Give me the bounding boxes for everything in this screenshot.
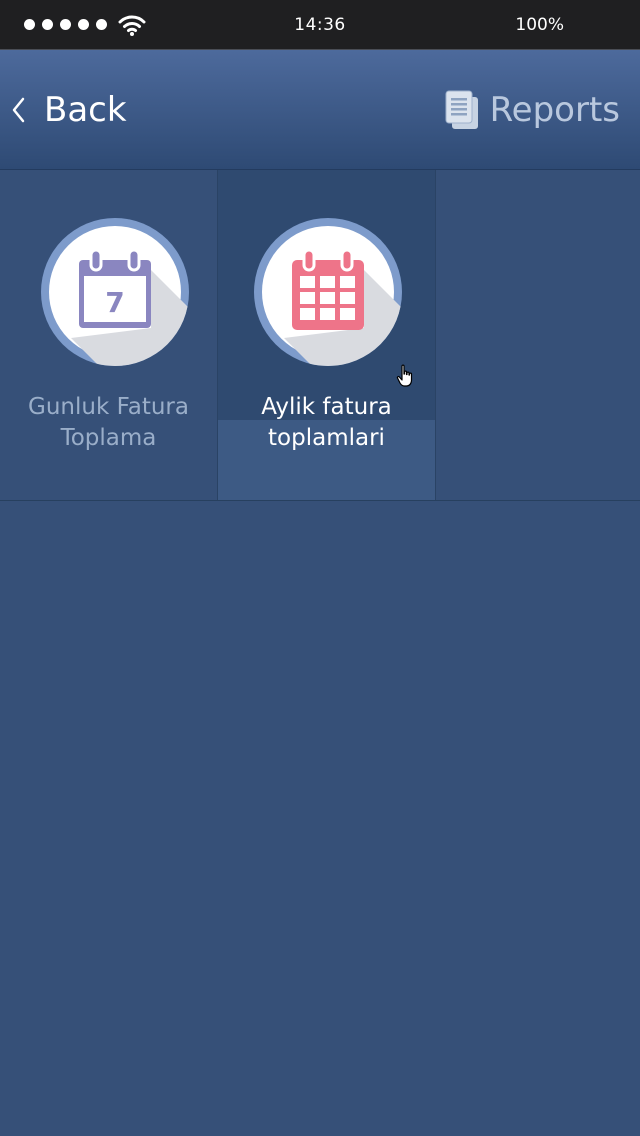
calendar-month-icon bbox=[262, 226, 402, 366]
tile-label: Gunluk Fatura Toplama bbox=[0, 392, 217, 454]
chevron-left-icon bbox=[12, 97, 25, 123]
tile-label-line2: toplamlari bbox=[268, 425, 385, 451]
calendar-day-icon: 7 bbox=[49, 226, 189, 366]
tile-label-line2: Toplama bbox=[60, 425, 157, 451]
back-label: Back bbox=[44, 90, 127, 130]
back-button[interactable]: Back bbox=[10, 80, 127, 140]
tile-label-line1: Aylik fatura bbox=[261, 394, 392, 420]
tile-label-line1: Gunluk Fatura bbox=[28, 394, 189, 420]
reports-label: Reports bbox=[489, 90, 620, 130]
reports-grid: 7 Gunluk Fatura Toplama Aylik fatura top… bbox=[0, 170, 640, 501]
icon-badge: 7 bbox=[41, 218, 189, 366]
status-bar: 14:36 100% bbox=[0, 0, 640, 50]
tile-label: Aylik fatura toplamlari bbox=[218, 392, 435, 454]
battery-level: 100% bbox=[515, 15, 564, 35]
page-title: Reports bbox=[444, 82, 620, 138]
report-tile-gunluk-fatura[interactable]: 7 Gunluk Fatura Toplama bbox=[0, 170, 218, 500]
svg-text:7: 7 bbox=[105, 286, 124, 319]
report-tile-aylik-fatura[interactable]: Aylik fatura toplamlari bbox=[218, 170, 436, 500]
hand-cursor-icon bbox=[396, 364, 413, 387]
document-icon bbox=[445, 90, 478, 129]
navigation-bar: Back Reports bbox=[0, 50, 640, 170]
icon-badge bbox=[254, 218, 402, 366]
empty-tile bbox=[436, 170, 640, 500]
